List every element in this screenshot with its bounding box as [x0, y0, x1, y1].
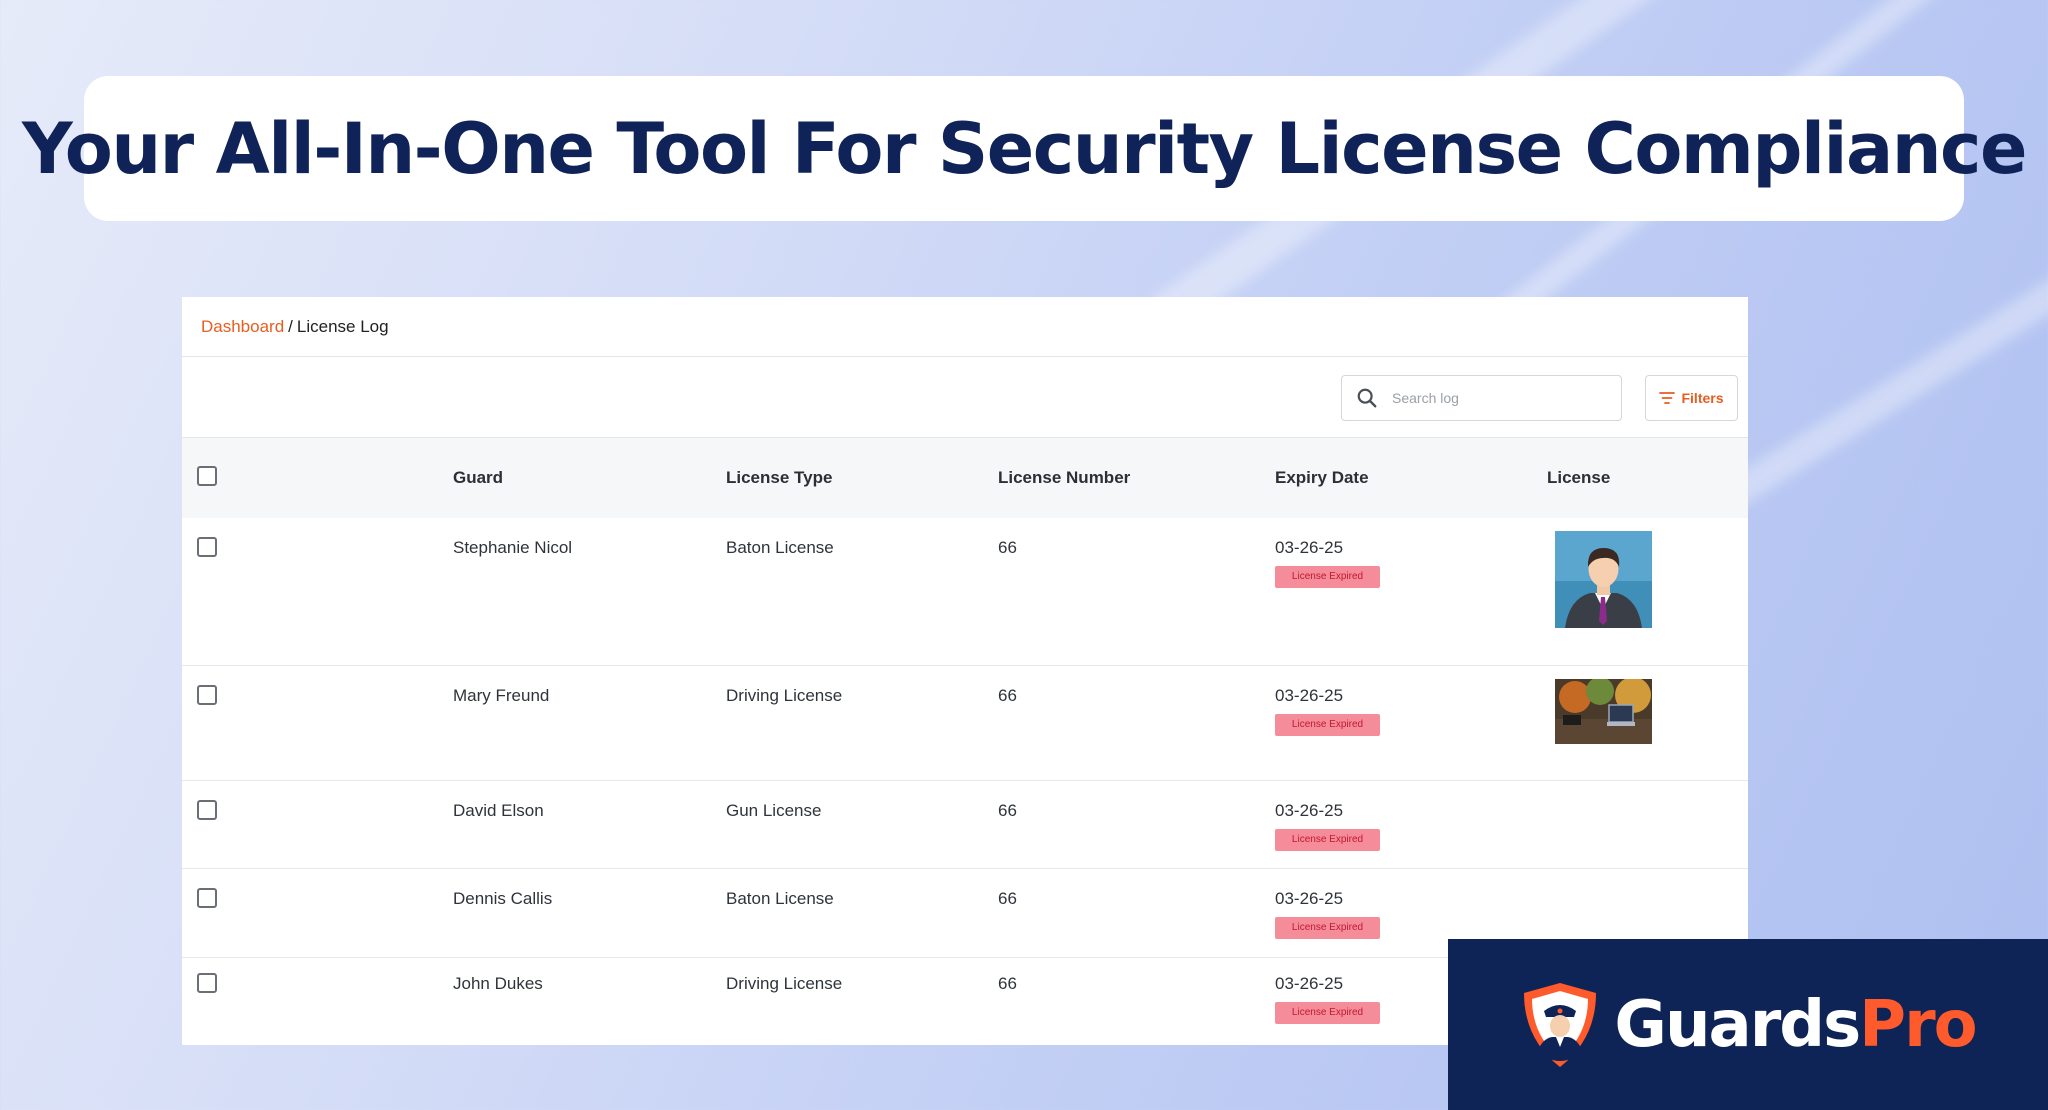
row-checkbox[interactable] — [197, 799, 217, 820]
license-log-panel: Dashboard / License Log Filters — [182, 297, 1748, 1045]
guard-name: Stephanie Nicol — [453, 518, 726, 666]
brand-logo: GuardsPro — [1448, 939, 2048, 1110]
license-number: 66 — [998, 780, 1275, 869]
brand-name: GuardsPro — [1614, 987, 1977, 1062]
expiry-date: 03-26-25 — [1275, 800, 1344, 820]
breadcrumb-separator: / — [288, 316, 293, 336]
expiry-date: 03-26-25 — [1275, 685, 1344, 705]
expiry-cell: 03-26-25 License Expired — [1275, 665, 1547, 781]
license-type: Baton License — [726, 518, 998, 666]
status-badge: License Expired — [1275, 916, 1380, 939]
license-type: Baton License — [726, 868, 998, 958]
table-row[interactable]: David Elson Gun License 66 03-26-25 Lice… — [182, 780, 1748, 869]
row-checkbox[interactable] — [197, 972, 217, 993]
expiry-cell: 03-26-25 License Expired — [1275, 518, 1547, 666]
hero-title: Your All-In-One Tool For Security Licens… — [21, 107, 2028, 190]
status-badge: License Expired — [1275, 713, 1380, 736]
column-header-guard[interactable]: Guard — [453, 438, 726, 518]
breadcrumb-current: License Log — [296, 316, 389, 336]
license-image-cell — [1547, 665, 1748, 781]
license-type: Driving License — [726, 665, 998, 781]
expiry-date: 03-26-25 — [1275, 538, 1344, 557]
guard-name: Dennis Callis — [453, 868, 726, 958]
column-header-expiry-date[interactable]: Expiry Date — [1275, 438, 1547, 518]
license-type: Driving License — [726, 973, 843, 993]
filter-lines-icon — [1659, 392, 1676, 404]
status-badge: License Expired — [1275, 828, 1380, 851]
license-image-cell — [1547, 518, 1748, 666]
guard-name: David Elson — [453, 780, 726, 869]
brand-name-guards: Guards — [1614, 987, 1861, 1062]
desk-photo-icon[interactable] — [1555, 678, 1652, 744]
select-all-cell — [182, 438, 453, 518]
status-badge: License Expired — [1275, 1001, 1380, 1024]
license-number: 66 — [998, 665, 1275, 781]
table-row[interactable]: Stephanie Nicol Baton License 66 03-26-2… — [182, 518, 1748, 666]
row-checkbox[interactable] — [197, 684, 217, 705]
table-row[interactable]: Mary Freund Driving License 66 03-26-25 … — [182, 665, 1748, 781]
license-type: Gun License — [726, 780, 998, 869]
search-input[interactable] — [1392, 390, 1592, 406]
guard-name: John Dukes — [453, 973, 543, 993]
search-icon — [1357, 388, 1377, 408]
expiry-cell: 03-26-25 License Expired — [1275, 780, 1547, 869]
filters-button[interactable]: Filters — [1645, 375, 1738, 421]
expiry-date: 03-26-25 — [1275, 888, 1344, 908]
license-number: 66 — [998, 868, 1275, 958]
row-checkbox[interactable] — [197, 537, 217, 557]
filters-label: Filters — [1681, 390, 1724, 406]
table-toolbar: Filters — [182, 357, 1748, 438]
guard-name: Mary Freund — [453, 665, 726, 781]
license-number: 66 — [998, 973, 1017, 993]
brand-name-pro: Pro — [1859, 987, 1977, 1062]
license-number: 66 — [998, 518, 1275, 666]
column-header-license-type[interactable]: License Type — [726, 438, 998, 518]
search-box[interactable] — [1341, 375, 1622, 421]
breadcrumb: Dashboard / License Log — [182, 297, 1748, 357]
breadcrumb-dashboard-link[interactable]: Dashboard — [201, 317, 284, 337]
status-badge: License Expired — [1275, 566, 1380, 588]
row-checkbox[interactable] — [197, 887, 217, 908]
select-all-checkbox[interactable] — [197, 465, 217, 486]
guard-shield-icon — [1524, 982, 1597, 1067]
column-header-license[interactable]: License — [1547, 438, 1748, 518]
avatar-photo-icon[interactable] — [1555, 531, 1652, 628]
column-header-license-number[interactable]: License Number — [998, 438, 1275, 518]
hero-banner: Your All-In-One Tool For Security Licens… — [22, 76, 2028, 221]
license-image-cell — [1547, 780, 1748, 869]
table-header-row: Guard License Type License Number Expiry… — [182, 438, 1748, 518]
